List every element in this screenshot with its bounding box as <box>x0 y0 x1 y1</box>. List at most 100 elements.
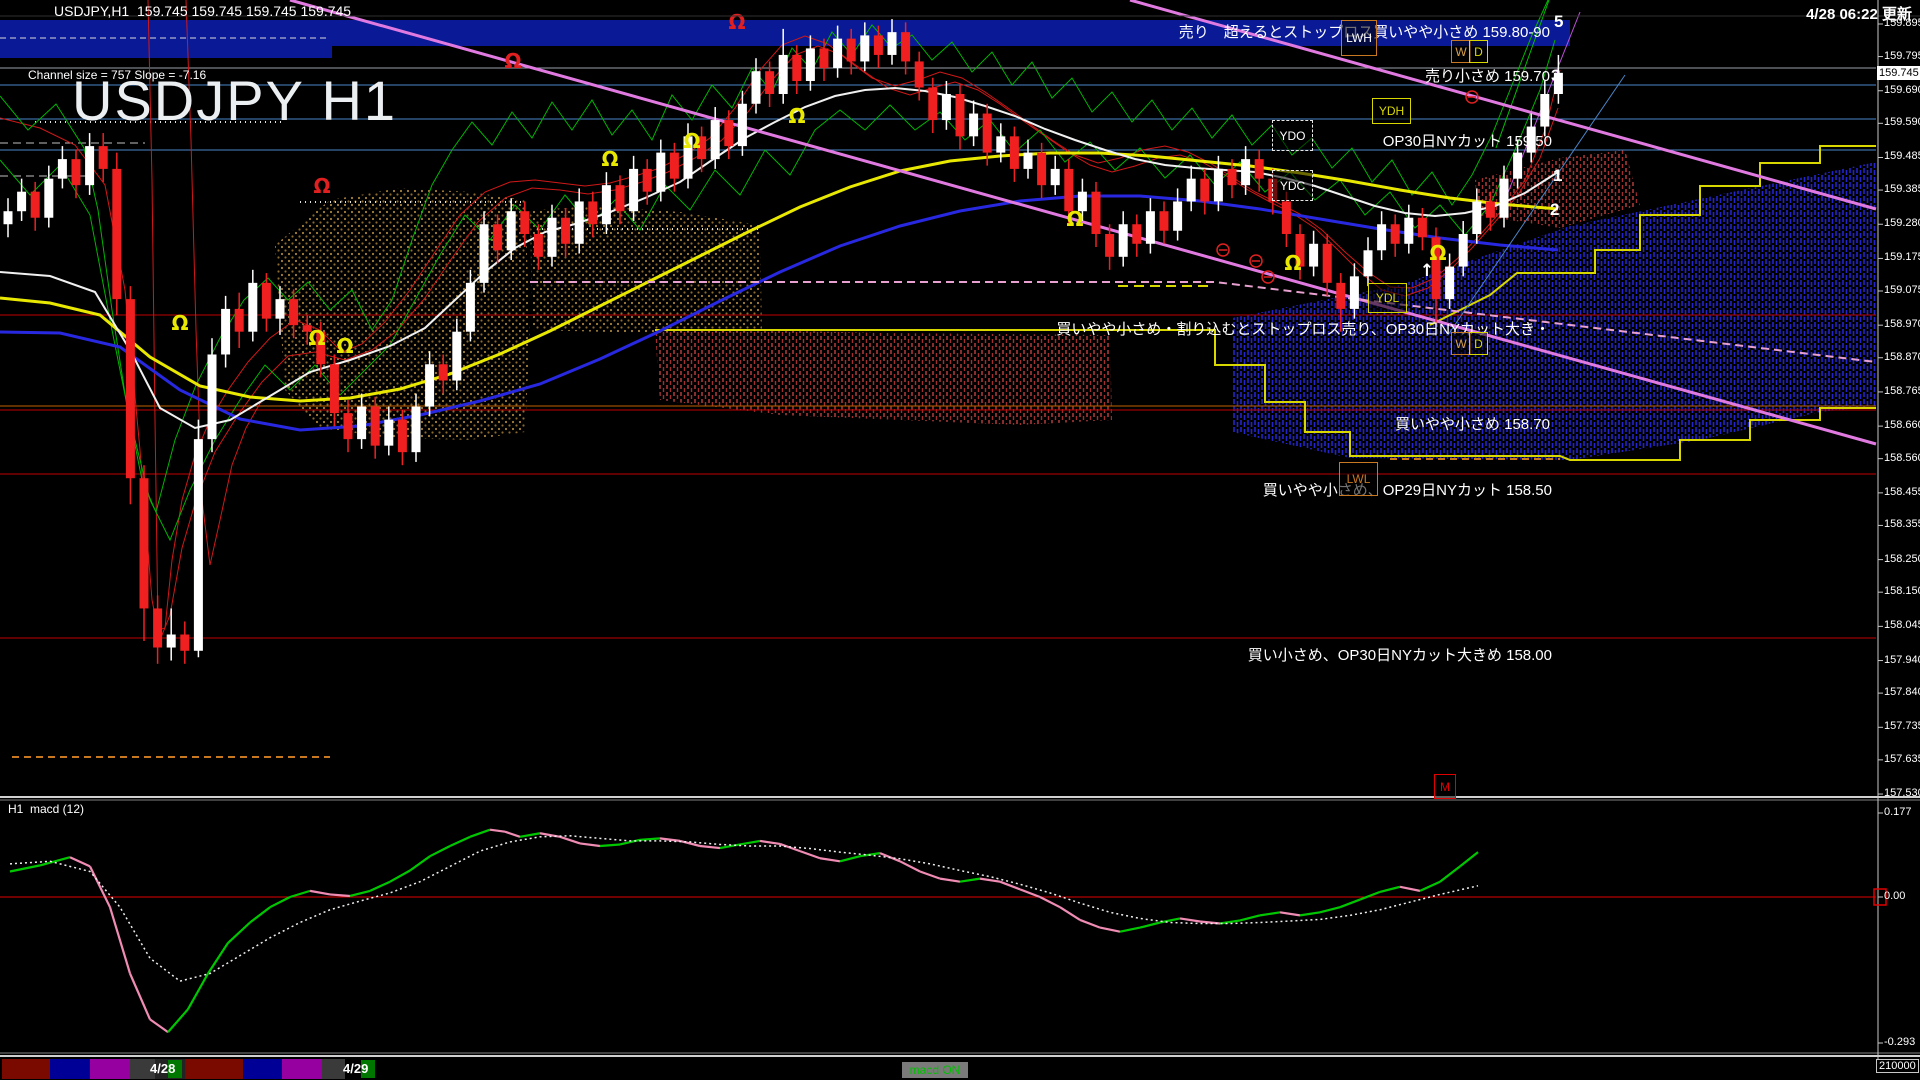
macd-main-line <box>1319 906 1341 914</box>
level-tag-m: M <box>1434 774 1456 799</box>
price-axis-label: 159.485 <box>1884 150 1920 163</box>
timeline-segment <box>322 1059 345 1079</box>
omega-signal-icon: Ω <box>336 334 353 358</box>
candle-bull <box>1241 159 1251 186</box>
candle-bull <box>737 103 747 147</box>
level-tag-lwh: LWH <box>1341 20 1377 56</box>
candle-bear <box>71 159 81 186</box>
candle-bull <box>452 331 462 381</box>
candle-bear <box>669 152 679 179</box>
macd-main-line <box>959 877 981 883</box>
price-axis-label: 158.250 <box>1884 552 1920 565</box>
macd-toggle-button[interactable]: macd ON <box>902 1062 968 1078</box>
candle-bull <box>1309 243 1319 267</box>
macd-main-line <box>1039 896 1061 909</box>
candle-bear <box>112 168 122 300</box>
macd-main-line <box>1159 917 1181 924</box>
macd-main-line <box>1459 851 1479 868</box>
macd-main-line <box>1299 911 1321 917</box>
timeline-segment <box>282 1059 322 1079</box>
omega-signal-icon: Ω <box>788 104 805 128</box>
candle-bear <box>846 38 856 62</box>
macd-main-line <box>289 889 311 899</box>
macd-main-line <box>1019 888 1041 899</box>
price-axis-label: 157.840 <box>1884 686 1920 699</box>
macd-signal-line <box>9 835 1479 982</box>
candle-bear <box>1091 191 1101 235</box>
candle-bear <box>819 48 829 68</box>
candle-bear <box>180 634 190 651</box>
candle-bear <box>1322 243 1332 283</box>
candle-bull <box>17 191 27 212</box>
macd-main-line <box>1119 926 1141 933</box>
level-tag-d: D <box>1469 332 1488 355</box>
candle-bull <box>1186 178 1196 202</box>
omega-signal-icon: Ω <box>1066 207 1083 231</box>
candle-bull <box>969 113 979 137</box>
macd-axis-label: 0.177 <box>1884 806 1912 818</box>
macd-main-line <box>69 856 91 868</box>
candle-bull <box>3 211 13 225</box>
candle-bear <box>588 201 598 225</box>
candle-bear <box>642 168 652 192</box>
macd-main-line <box>899 860 921 873</box>
macd-main-line <box>1179 917 1201 923</box>
candle-bull <box>207 354 217 440</box>
macd-main-line <box>269 896 291 909</box>
candle-bull <box>221 308 231 355</box>
candle-bull <box>1445 266 1455 300</box>
candle-bear <box>615 185 625 212</box>
candle-bull <box>1050 168 1060 186</box>
level-tag-d: D <box>1469 40 1488 63</box>
candle-bear <box>125 299 135 479</box>
candle-bear <box>438 364 448 381</box>
timeline-segment <box>50 1059 90 1079</box>
candle-bull <box>1499 178 1509 218</box>
candle-bull <box>193 439 203 651</box>
macd-main-line <box>1359 890 1381 901</box>
candle-bull <box>357 406 367 440</box>
macd-main-line <box>799 850 821 860</box>
macd-main-line <box>699 844 721 850</box>
macd-main-line <box>739 839 761 846</box>
macd-panel-label: H1 macd (12) <box>8 802 85 816</box>
candle-bull <box>1173 201 1183 231</box>
candle-bull <box>941 94 951 121</box>
macd-axis-label: 0.00 <box>1884 890 1906 902</box>
candle-bear <box>765 71 775 95</box>
price-axis-label: 157.635 <box>1884 752 1920 765</box>
resistance-zone-band <box>0 46 332 58</box>
price-axis-label: 159.590 <box>1884 116 1920 129</box>
macd-main-line <box>1399 885 1421 892</box>
candle-bear <box>493 224 503 251</box>
candle-bear <box>1485 201 1495 218</box>
chart-canvas[interactable]: ΩΩ ΩΩΩΩΩΩ ΩΩΩΩ↑ <box>0 0 1920 1080</box>
timeline-segment <box>2 1059 50 1079</box>
candle-bear <box>343 413 353 440</box>
price-axis-label: 158.870 <box>1884 350 1920 363</box>
price-level-annotation: 買い小さめ、OP30日NYカット大きめ 158.00 <box>1247 647 1552 664</box>
price-level-annotation: 売り小さめ 159.70 <box>1424 68 1550 85</box>
omega-signal-icon: Ω <box>171 311 188 335</box>
update-timestamp: 4/28 06:22 更新 <box>1806 6 1912 23</box>
candle-bull <box>1458 234 1468 267</box>
macd-main-line <box>369 880 391 892</box>
macd-main-line <box>939 877 961 883</box>
price-axis-label: 158.765 <box>1884 384 1920 397</box>
macd-main-line <box>559 835 581 845</box>
candle-bear <box>139 478 149 609</box>
omega-signal-icon: Ω <box>504 49 521 73</box>
candle-bear <box>1159 211 1169 231</box>
timeline-date-label: 4/28 <box>150 1061 176 1076</box>
macd-main-line <box>309 889 331 896</box>
level-tag-lwl: LWL <box>1339 462 1378 496</box>
candle-bear <box>724 120 734 147</box>
candle-bull <box>506 211 516 251</box>
price-axis-label: 158.970 <box>1884 318 1920 331</box>
macd-main-line <box>1099 926 1121 933</box>
candle-bear <box>520 211 530 235</box>
omega-signal-icon: Ω <box>601 147 618 171</box>
channel-info: Channel size = 757 Slope = -7.16 <box>28 68 207 82</box>
price-level-annotation: 買いやや小さめ 158.70 <box>1394 416 1550 433</box>
macd-main-line <box>329 893 351 898</box>
